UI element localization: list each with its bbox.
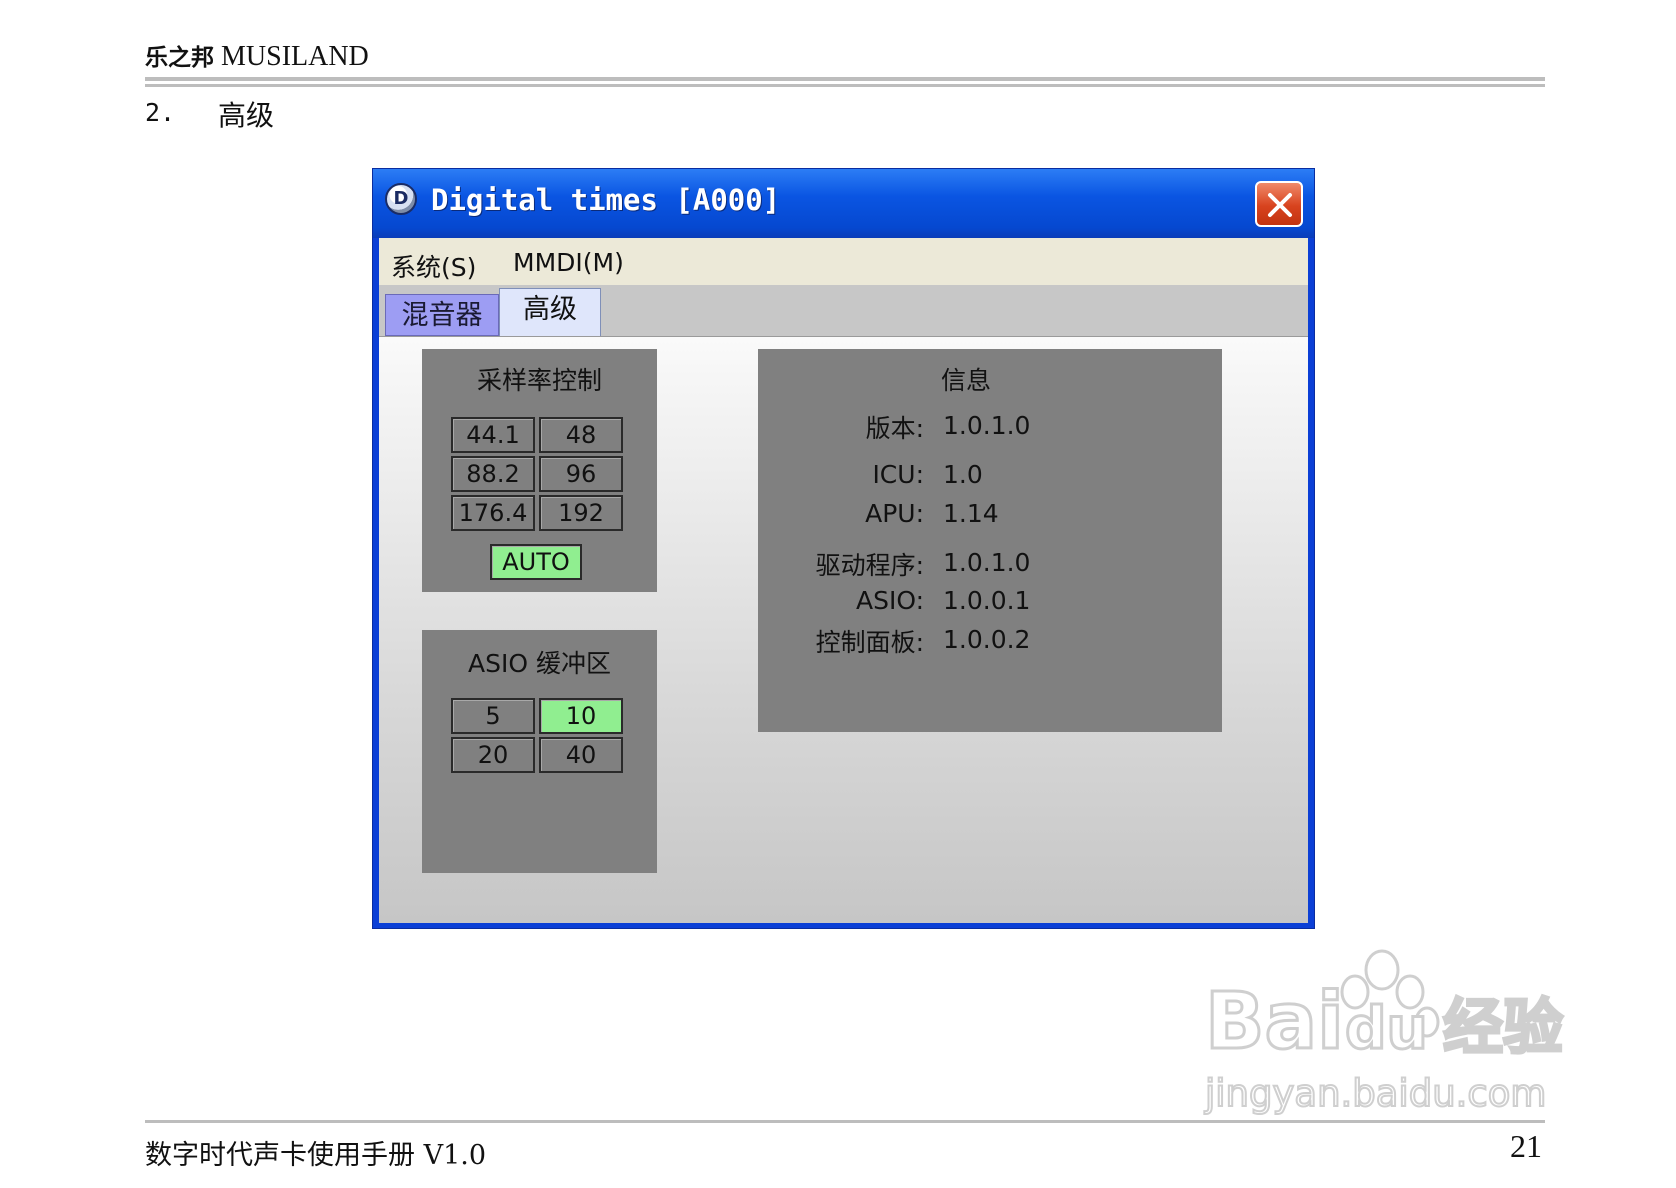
svg-text:du: du xyxy=(1345,994,1428,1062)
info-label-driver: 驱动程序: xyxy=(815,551,924,580)
asio-buffer-10-button[interactable]: 10 xyxy=(539,698,623,734)
window-titlebar[interactable]: D Digital times [A000] xyxy=(373,169,1314,238)
sample-rate-44-1-button[interactable]: 44.1 xyxy=(451,417,535,453)
tab-mixer[interactable]: 混音器 xyxy=(385,294,499,336)
info-value-driver: 1.0.1.0 xyxy=(943,548,1031,577)
sample-rate-title: 采样率控制 xyxy=(476,366,602,395)
asio-buffer-40-button[interactable]: 40 xyxy=(539,737,623,773)
sample-rate-192-button[interactable]: 192 xyxy=(539,495,623,531)
tab-advanced[interactable]: 高级 xyxy=(499,288,601,336)
section-title: 高级 xyxy=(218,99,275,132)
app-window: D Digital times [A000] 系统(S) MMDI(M) 混音器… xyxy=(372,168,1315,929)
info-label-version: 版本: xyxy=(865,414,924,443)
brand-chinese: 乐之邦 xyxy=(145,45,214,71)
info-label-icu: ICU: xyxy=(872,460,924,489)
info-label-apu: APU: xyxy=(865,499,924,528)
svg-text:Bai: Bai xyxy=(1205,977,1344,1067)
sample-rate-176-4-button[interactable]: 176.4 xyxy=(451,495,535,531)
document-brand: 乐之邦 MUSILAND xyxy=(145,38,369,73)
info-label-control-panel: 控制面板: xyxy=(815,628,924,657)
sample-rate-88-2-button[interactable]: 88.2 xyxy=(451,456,535,492)
asio-buffer-panel: ASIO 缓冲区 5 10 20 40 xyxy=(422,630,657,873)
brand-english: MUSILAND xyxy=(221,41,369,72)
window-title: Digital times [A000] xyxy=(431,183,781,217)
header-rule-top xyxy=(145,77,1545,81)
info-value-icu: 1.0 xyxy=(943,460,983,489)
section-number: 2. xyxy=(145,98,176,127)
tab-content: 采样率控制 44.1 48 88.2 96 176.4 192 AUTO ASI… xyxy=(379,336,1308,923)
asio-buffer-20-button[interactable]: 20 xyxy=(451,737,535,773)
baidu-jingyan-watermark: Bai du 经验 jingyan.baidu.com xyxy=(1203,949,1565,1116)
info-title: 信息 xyxy=(940,366,991,395)
menu-system[interactable]: 系统(S) xyxy=(391,248,476,284)
info-value-version: 1.0.1.0 xyxy=(943,411,1031,440)
menu-mmdi[interactable]: MMDI(M) xyxy=(513,248,624,277)
app-logo-icon: D xyxy=(385,183,417,215)
svg-text:jingyan.baidu.com: jingyan.baidu.com xyxy=(1204,1072,1546,1115)
footer-title: 数字时代声卡使用手册 V1.0 xyxy=(145,1140,487,1171)
asio-buffer-title: ASIO 缓冲区 xyxy=(468,649,611,678)
sample-rate-48-button[interactable]: 48 xyxy=(539,417,623,453)
sample-rate-96-button[interactable]: 96 xyxy=(539,456,623,492)
info-label-asio: ASIO: xyxy=(855,586,924,615)
tab-strip: 混音器 高级 xyxy=(379,285,1308,336)
info-value-apu: 1.14 xyxy=(943,499,999,528)
sample-rate-auto-button[interactable]: AUTO xyxy=(490,544,582,580)
svg-text:经验: 经验 xyxy=(1443,993,1563,1063)
sample-rate-panel: 采样率控制 44.1 48 88.2 96 176.4 192 AUTO xyxy=(422,349,657,592)
info-value-control-panel: 1.0.0.2 xyxy=(943,625,1031,654)
close-button[interactable] xyxy=(1255,181,1303,227)
info-value-asio: 1.0.0.1 xyxy=(943,586,1031,615)
menu-bar: 系统(S) MMDI(M) xyxy=(379,238,1308,285)
close-icon xyxy=(1268,193,1292,217)
page-number: 21 xyxy=(1510,1128,1542,1164)
asio-buffer-5-button[interactable]: 5 xyxy=(451,698,535,734)
header-rule-bottom xyxy=(145,84,1545,87)
info-panel: 信息 版本: 1.0.1.0 ICU: 1.0 APU: 1.14 驱动程序: … xyxy=(758,349,1222,732)
window-client-area: 系统(S) MMDI(M) 混音器 高级 采样率控制 44.1 48 88.2 … xyxy=(379,238,1308,923)
footer-rule xyxy=(145,1120,1545,1123)
